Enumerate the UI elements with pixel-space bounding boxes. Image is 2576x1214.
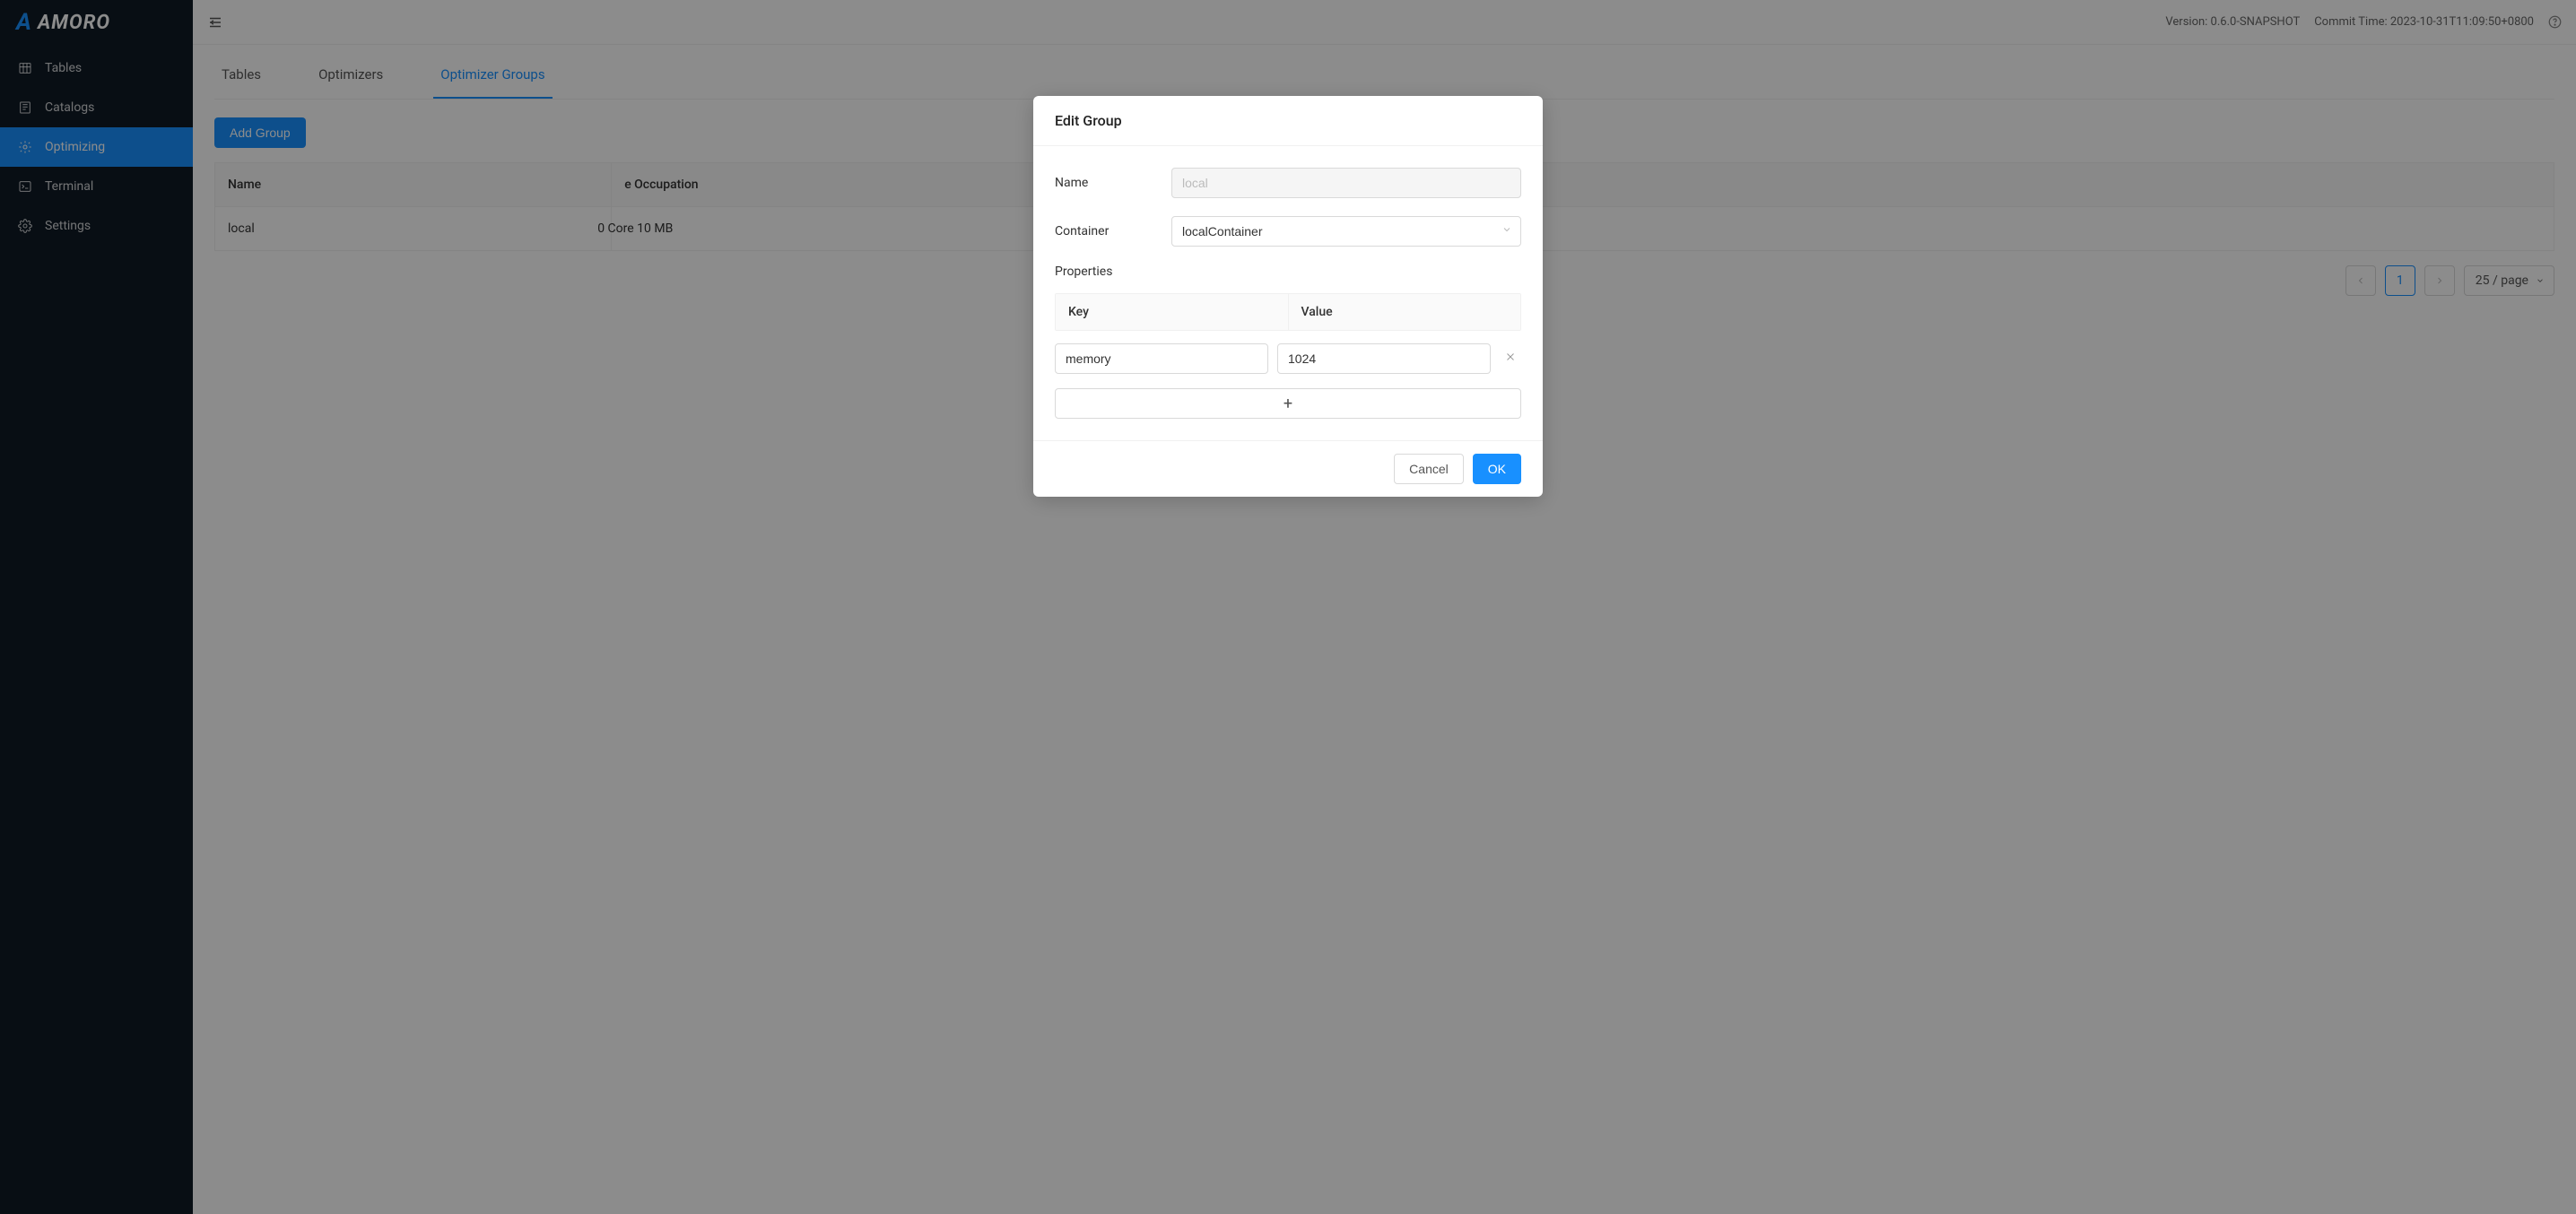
modal-footer: Cancel OK [1033,440,1543,497]
ok-button[interactable]: OK [1473,454,1521,484]
cancel-button[interactable]: Cancel [1394,454,1464,484]
name-input [1171,168,1521,198]
add-property-button[interactable]: + [1055,388,1521,419]
modal-overlay[interactable]: Edit Group Name Container Properties Key [0,0,2576,1214]
modal-title: Edit Group [1033,96,1543,146]
props-col-key: Key [1056,294,1288,330]
close-icon [1505,351,1516,362]
edit-group-modal: Edit Group Name Container Properties Key [1033,96,1543,497]
property-key-input[interactable] [1055,343,1268,374]
label-properties: Properties [1055,264,1521,279]
modal-body: Name Container Properties Key Value [1033,146,1543,440]
property-value-input[interactable] [1277,343,1491,374]
label-container: Container [1055,224,1171,238]
remove-property-button[interactable] [1500,351,1521,366]
props-col-value: Value [1288,294,1521,330]
label-name: Name [1055,176,1171,190]
container-select[interactable] [1171,216,1521,247]
property-row [1055,331,1521,374]
properties-table: Key Value [1055,293,1521,331]
